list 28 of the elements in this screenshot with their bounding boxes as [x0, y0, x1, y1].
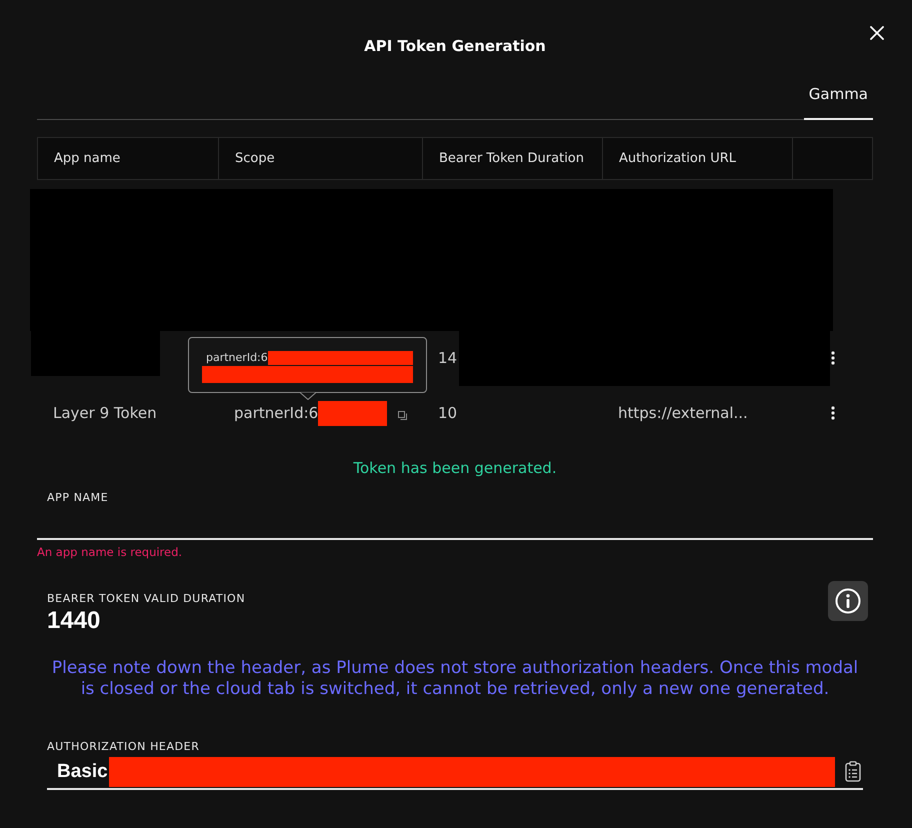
- column-header: Authorization URL: [603, 138, 793, 179]
- tab[interactable]: Gamma: [804, 85, 873, 120]
- tooltip-text: partnerId:6: [206, 350, 268, 365]
- more-options-icon[interactable]: [830, 351, 834, 366]
- copy-icon[interactable]: [398, 410, 408, 420]
- status-message: Token has been generated.: [352, 458, 558, 477]
- notice-text: Please note down the header, as Plume does not store authorization headers. Once this modal is closed or the cloud tab is switched, it cannot be retrieved, only a new one generated.: [50, 658, 860, 700]
- duration-value: 1440: [47, 608, 102, 634]
- modal-title: API Token Generation: [364, 36, 546, 56]
- table-cell-text: Layer 9 Token: [52, 403, 158, 424]
- info-icon: [835, 588, 861, 614]
- info-button[interactable]: [828, 580, 868, 621]
- field-label: AUTHORIZATION HEADER: [47, 740, 200, 754]
- close-icon: [870, 26, 884, 40]
- field-label: BEARER TOKEN VALID DURATION: [47, 592, 246, 606]
- authorization-header-field[interactable]: Basic: [47, 756, 863, 790]
- column-header: Bearer Token Duration: [423, 138, 603, 179]
- table-cell-text: 14: [438, 348, 458, 370]
- close-button[interactable]: [870, 26, 884, 40]
- column-header: App name: [38, 138, 219, 179]
- table-cell-text: https://external...: [617, 403, 749, 424]
- table-cell-text: 10: [437, 403, 458, 424]
- clipboard-icon[interactable]: [845, 761, 861, 782]
- column-header: Scope: [219, 138, 423, 179]
- more-options-icon[interactable]: [830, 406, 834, 420]
- error-message: An app name is required.: [37, 544, 184, 559]
- scope-text: partnerId:6: [234, 403, 318, 424]
- field-label: APP NAME: [47, 490, 110, 505]
